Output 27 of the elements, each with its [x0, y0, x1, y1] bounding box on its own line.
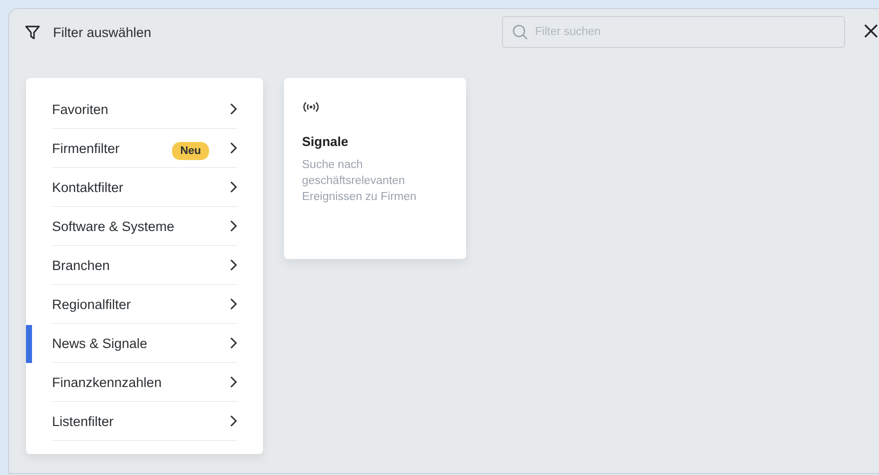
- chevron-icon: [229, 181, 237, 193]
- category-item[interactable]: Regionalfilter: [52, 285, 237, 324]
- filter-card[interactable]: Signale Suche nach geschäftsrelevanten Ereignissen zu Firmen: [284, 78, 466, 259]
- card-description: Suche nach geschäftsrelevanten Ereignissen zu Firmen: [302, 158, 418, 205]
- category-item[interactable]: News & Signale: [52, 324, 237, 363]
- filter-icon: [25, 24, 40, 40]
- search-icon: [512, 24, 528, 40]
- category-item[interactable]: Software & Systeme: [52, 207, 237, 246]
- new-badge: Neu: [172, 142, 209, 160]
- chevron-icon: [229, 220, 237, 232]
- category-item[interactable]: Branchen: [52, 246, 237, 285]
- category-item[interactable]: Favoriten: [52, 90, 237, 129]
- category-item[interactable]: Finanzkennzahlen: [52, 363, 237, 402]
- card-title: Signale: [302, 134, 348, 149]
- chevron-icon: [229, 376, 237, 388]
- chevron-icon: [229, 415, 237, 427]
- close-button[interactable]: [863, 24, 879, 40]
- dialog-title: Filter auswählen: [53, 24, 152, 40]
- category-item[interactable]: Listenfilter: [52, 402, 237, 441]
- category-item[interactable]: Kontaktfilter: [52, 168, 237, 207]
- chevron-icon: [229, 259, 237, 271]
- chevron-icon: [229, 103, 237, 115]
- chevron-icon: [229, 142, 237, 154]
- chevron-icon: [229, 337, 237, 349]
- category-item[interactable]: Firmenfilter Neu: [52, 129, 237, 168]
- signal-icon: [302, 101, 320, 113]
- chevron-icon: [229, 298, 237, 310]
